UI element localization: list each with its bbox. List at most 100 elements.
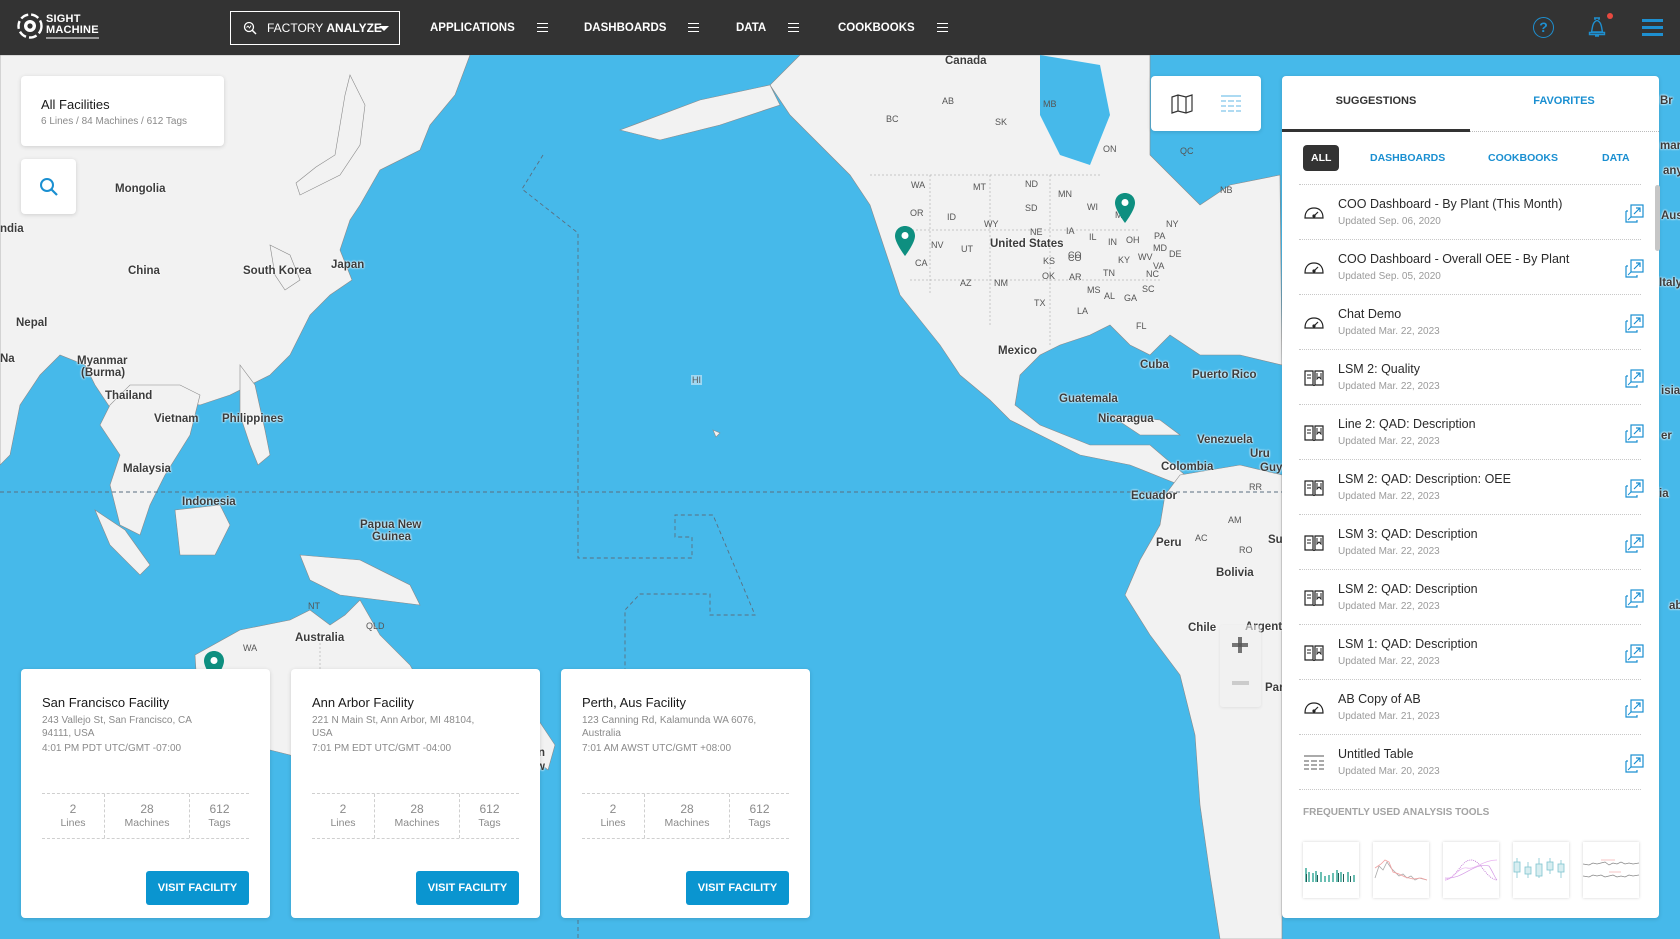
map-state-ne: NE (1030, 227, 1043, 237)
open-external-icon[interactable] (1625, 699, 1644, 718)
nav-applications-label: APPLICATIONS (430, 21, 515, 34)
map-label-tunisia: Italy (1659, 277, 1680, 289)
hamburger-icon (688, 23, 700, 32)
chevron-down-icon (379, 26, 389, 31)
suggestion-item[interactable]: AB Copy of AB Updated Mar. 21, 2023 (1299, 680, 1644, 735)
suggestion-item[interactable]: Chat Demo Updated Mar. 22, 2023 (1299, 295, 1644, 350)
tab-favorites[interactable]: FAVORITES (1470, 76, 1658, 132)
map-state-mb: MB (1043, 99, 1057, 109)
visit-facility-button[interactable]: VISIT FACILITY (146, 871, 249, 905)
filter-dashboards[interactable]: DASHBOARDS (1370, 145, 1445, 171)
all-facilities-summary: 6 Lines / 84 Machines / 612 Tags (41, 116, 188, 127)
map-state-nd: ND (1025, 179, 1038, 189)
bar-chart-tool[interactable] (1303, 842, 1359, 898)
map-label-australia: Australia (295, 632, 345, 644)
open-external-icon[interactable] (1625, 534, 1644, 553)
sight-machine-logo[interactable]: SIGHT MACHINE (17, 13, 99, 39)
map-search-button[interactable] (21, 159, 76, 214)
suggestion-item[interactable]: LSM 2: Quality Updated Mar. 22, 2023 (1299, 350, 1644, 405)
zoom-out-button[interactable] (1232, 681, 1249, 685)
open-external-icon[interactable] (1625, 314, 1644, 333)
open-external-icon[interactable] (1625, 754, 1644, 773)
suggestion-list: COO Dashboard - By Plant (This Month) Upd… (1299, 184, 1644, 790)
map-marker-san-francisco[interactable] (894, 225, 916, 257)
all-facilities-card[interactable]: All Facilities 6 Lines / 84 Machines / 6… (21, 76, 224, 146)
nav-data[interactable]: DATA (736, 0, 800, 55)
open-external-icon[interactable] (1625, 369, 1644, 388)
dashboard-gauge-icon (1304, 207, 1324, 219)
open-external-icon[interactable] (1625, 589, 1644, 608)
line-chart-tool[interactable] (1373, 842, 1429, 898)
open-external-icon[interactable] (1625, 424, 1644, 443)
help-icon[interactable]: ? (1533, 17, 1554, 38)
filter-cookbooks[interactable]: COOKBOOKS (1488, 145, 1558, 171)
map-label-mexico: Mexico (998, 345, 1037, 357)
tab-suggestions[interactable]: SUGGESTIONS (1282, 76, 1470, 132)
map-state-ab: AB (942, 96, 955, 106)
suggestion-item[interactable]: COO Dashboard - Overall OEE - By Plant Up… (1299, 240, 1644, 295)
nav-dashboards[interactable]: DASHBOARDS (584, 0, 700, 55)
map-state-al: AL (1104, 291, 1116, 301)
map-label-guinea: Guinea (372, 531, 411, 543)
zoom-in-button[interactable] (1232, 637, 1248, 653)
map-state-mn: MN (1058, 189, 1072, 199)
map-label-venezuela: Venezuela (1197, 434, 1253, 446)
suggestion-item[interactable]: LSM 1: QAD: Description Updated Mar. 22, … (1299, 625, 1644, 680)
suggestion-updated-date: Updated Mar. 22, 2023 (1338, 436, 1440, 447)
land-new-guinea (299, 554, 421, 606)
suggestion-item[interactable]: Untitled Table Updated Mar. 20, 2023 (1299, 735, 1644, 790)
stat-lines-value: 2 (69, 802, 77, 816)
open-external-icon[interactable] (1625, 204, 1644, 223)
suggestions-panel: SUGGESTIONS FAVORITES ALL DASHBOARDS COO… (1282, 76, 1659, 918)
cookbook-book-icon (1304, 370, 1324, 387)
app-selector-dropdown[interactable]: FACTORY ANALYZE (230, 11, 400, 45)
map-state-qc: QC (1180, 146, 1194, 156)
map-label-canada: Canada (945, 55, 987, 67)
open-external-icon[interactable] (1625, 259, 1644, 278)
distribution-tool[interactable] (1443, 842, 1499, 898)
map-state-ks: KS (1043, 256, 1056, 266)
cookbook-book-icon (1304, 590, 1324, 607)
suggestion-item[interactable]: COO Dashboard - By Plant (This Month) Upd… (1299, 185, 1644, 240)
map-icon[interactable] (1170, 92, 1194, 116)
nav-applications[interactable]: APPLICATIONS (430, 0, 548, 55)
suggestion-item[interactable]: Line 2: QAD: Description Updated Mar. 22,… (1299, 405, 1644, 460)
suggestion-item[interactable]: LSM 2: QAD: Description: OEE Updated Mar.… (1299, 460, 1644, 515)
facility-address: 221 N Main St, Ann Arbor, MI 48104, USA (312, 715, 475, 739)
map-state-nm: NM (994, 278, 1008, 288)
control-chart-tool[interactable] (1582, 842, 1640, 898)
tools-section-title: FREQUENTLY USED ANALYSIS TOOLS (1303, 807, 1490, 818)
open-external-icon[interactable] (1625, 479, 1644, 498)
box-plot-tool[interactable] (1513, 842, 1569, 898)
facility-address: 123 Canning Rd, Kalamunda WA 6076, Austr… (582, 715, 757, 739)
map-label-bolivia: Bolivia (1216, 567, 1254, 579)
map-label-puerto-rico: Puerto Rico (1192, 369, 1257, 381)
map-label-india: Na (0, 353, 15, 365)
visit-facility-button[interactable]: VISIT FACILITY (686, 871, 789, 905)
suggestion-updated-date: Updated Sep. 06, 2020 (1338, 216, 1441, 227)
nav-cookbooks[interactable]: COOKBOOKS (838, 0, 948, 55)
nav-cookbooks-label: COOKBOOKS (838, 21, 915, 34)
map-marker-ann-arbor[interactable] (1114, 192, 1136, 224)
stat-machines: 28 Machines (645, 794, 730, 838)
table-icon[interactable] (1219, 92, 1243, 116)
visit-facility-button[interactable]: VISIT FACILITY (416, 871, 519, 905)
facility-name: Ann Arbor Facility (312, 695, 414, 710)
app-selector-label: FACTORY ANALYZE (267, 21, 382, 35)
land-aleutians (618, 84, 781, 141)
map-state-ca: CA (915, 258, 928, 268)
map-state-az: AZ (960, 278, 972, 288)
panel-scrollbar[interactable] (1655, 185, 1660, 251)
filter-data[interactable]: DATA (1602, 145, 1630, 171)
suggestion-title: LSM 2: QAD: Description (1338, 582, 1478, 596)
filter-all[interactable]: ALL (1303, 145, 1340, 171)
main-menu-icon[interactable] (1642, 19, 1663, 36)
stat-tags: 612 Tags (460, 794, 519, 838)
map-state-sd: SD (1025, 203, 1038, 213)
line-chart-thumbnail-icon (1374, 859, 1428, 881)
suggestion-item[interactable]: LSM 2: QAD: Description Updated Mar. 22, … (1299, 570, 1644, 625)
map-label-philippines: Philippines (222, 413, 284, 425)
open-external-icon[interactable] (1625, 644, 1644, 663)
notification-bell-icon[interactable] (1586, 15, 1608, 39)
suggestion-item[interactable]: LSM 3: QAD: Description Updated Mar. 22, … (1299, 515, 1644, 570)
